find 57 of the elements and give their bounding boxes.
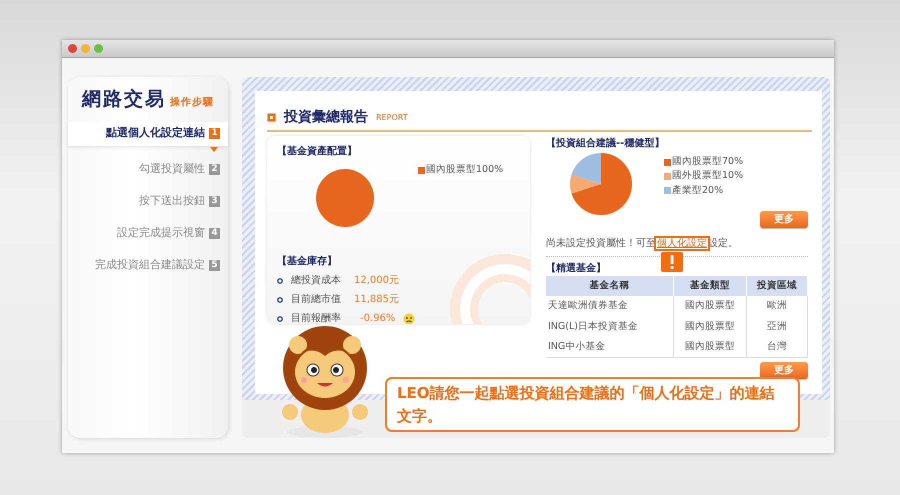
table-cell: 國內股票型 bbox=[673, 316, 747, 337]
holding-label: 總投資成本 bbox=[291, 274, 342, 288]
column-header: 投資區域 bbox=[746, 276, 808, 296]
sad-face-icon bbox=[403, 312, 416, 324]
holding-value: 12,000元 bbox=[354, 274, 399, 288]
section-heading: 【基金庫存】 bbox=[277, 254, 338, 269]
report-subtitle: REPORT bbox=[376, 112, 408, 124]
step-tab[interactable]: 設定完成提示視窗 4 bbox=[68, 218, 228, 250]
table-cell: 國內股票型 bbox=[673, 336, 747, 358]
legend-label: 國外股票型10% bbox=[672, 169, 744, 184]
holding-value: 11,885元 bbox=[354, 293, 399, 307]
holding-label: 目前總市值 bbox=[291, 292, 342, 307]
report-title: 投資彙總報告 bbox=[284, 108, 368, 127]
table-cell: 天達歐洲債券基金 bbox=[546, 296, 674, 316]
step-number: 2 bbox=[209, 164, 220, 175]
legend-swatch bbox=[664, 172, 671, 180]
table-cell: 台灣 bbox=[746, 336, 808, 358]
table-cell: 歐洲 bbox=[746, 296, 808, 316]
section-heading: 【基金資產配置】 bbox=[277, 144, 358, 159]
exclamation-icon bbox=[661, 252, 683, 272]
settings-link[interactable]: 個人化設定 bbox=[656, 238, 708, 249]
step-number: 5 bbox=[209, 260, 220, 271]
legend-label: 國內股票型70% bbox=[672, 155, 744, 169]
section-heading: 【精選基金】 bbox=[546, 262, 606, 276]
step-number: 3 bbox=[209, 196, 220, 207]
column-header: 基金名稱 bbox=[546, 276, 674, 296]
tip-speech-bubble: LEO請您一起點選投資組合建議的「個人化設定」的連結文字。 bbox=[385, 377, 800, 432]
more-button[interactable]: 更多 bbox=[760, 211, 808, 228]
step-tab[interactable]: 按下送出按鈕 3 bbox=[68, 186, 228, 218]
legend-label: 產業型20% bbox=[672, 184, 724, 198]
column-header: 基金類型 bbox=[673, 276, 747, 296]
holding-label: 目前報酬率 bbox=[291, 312, 342, 324]
close-button[interactable] bbox=[68, 44, 77, 53]
section-heading: 【投資組合建議--穩健型】 bbox=[546, 136, 666, 151]
table-cell: ING(L)日本投資基金 bbox=[546, 316, 674, 337]
step-tab[interactable]: 完成投資組合建議設定 5 bbox=[68, 250, 228, 282]
sidebar-subtitle: 操作步驟 bbox=[170, 97, 214, 108]
bullet-icon bbox=[277, 278, 283, 284]
pie-slice bbox=[316, 169, 374, 227]
step-number: 4 bbox=[209, 228, 220, 239]
holding-value: -0.96% bbox=[360, 312, 396, 324]
bullet-icon bbox=[277, 316, 283, 322]
table-cell: 亞洲 bbox=[746, 316, 808, 337]
step-tab[interactable]: 勾選投資屬性 2 bbox=[68, 154, 228, 186]
legend-label: 國內股票型100% bbox=[426, 163, 504, 177]
minimize-button[interactable] bbox=[81, 44, 90, 53]
more-button[interactable]: 更多 bbox=[760, 362, 808, 379]
bullet-icon bbox=[277, 296, 283, 302]
table-cell: ING中小基金 bbox=[546, 336, 674, 358]
bullet-icon bbox=[267, 113, 276, 122]
legend-swatch bbox=[664, 187, 671, 194]
sidebar-title: 網路交易 bbox=[82, 88, 166, 110]
legend-swatch bbox=[664, 158, 671, 166]
zoom-button[interactable] bbox=[94, 44, 103, 53]
legend-swatch bbox=[418, 166, 425, 174]
step-number: 1 bbox=[209, 128, 220, 139]
table-cell: 國內股票型 bbox=[673, 296, 747, 316]
